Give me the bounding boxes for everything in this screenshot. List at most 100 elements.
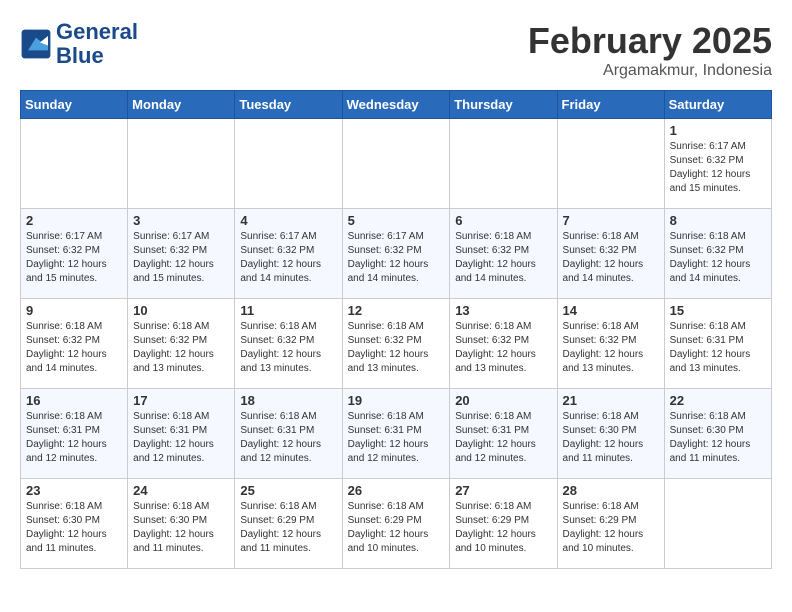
day-number: 8 [670,213,766,228]
day-number: 19 [348,393,445,408]
day-number: 18 [240,393,336,408]
day-info: Sunrise: 6:18 AM Sunset: 6:30 PM Dayligh… [26,500,122,556]
table-row: 4 Sunrise: 6:17 AM Sunset: 6:32 PM Daylig… [235,209,342,299]
day-info: Sunrise: 6:18 AM Sunset: 6:32 PM Dayligh… [455,230,551,286]
day-number: 12 [348,303,445,318]
table-row: 26 Sunrise: 6:18 AM Sunset: 6:29 PM Dayli… [342,479,450,569]
table-row [128,119,235,209]
day-info: Sunrise: 6:18 AM Sunset: 6:32 PM Dayligh… [455,320,551,376]
table-row: 18 Sunrise: 6:18 AM Sunset: 6:31 PM Dayli… [235,389,342,479]
logo-line1: General [56,20,138,44]
day-number: 11 [240,303,336,318]
table-row: 27 Sunrise: 6:18 AM Sunset: 6:29 PM Dayli… [450,479,557,569]
day-number: 21 [563,393,659,408]
day-number: 4 [240,213,336,228]
day-info: Sunrise: 6:18 AM Sunset: 6:32 PM Dayligh… [26,320,122,376]
table-row: 3Sunrise: 6:17 AM Sunset: 6:32 PM Daylig… [128,209,235,299]
day-info: Sunrise: 6:18 AM Sunset: 6:30 PM Dayligh… [670,410,766,466]
table-row: 7Sunrise: 6:18 AM Sunset: 6:32 PM Daylig… [557,209,664,299]
calendar-week-5: 23 Sunrise: 6:18 AM Sunset: 6:30 PM Dayli… [21,479,772,569]
day-info: Sunrise: 6:18 AM Sunset: 6:32 PM Dayligh… [240,320,336,376]
table-row: 19 Sunrise: 6:18 AM Sunset: 6:31 PM Dayli… [342,389,450,479]
day-info: Sunrise: 6:18 AM Sunset: 6:31 PM Dayligh… [348,410,445,466]
day-number: 22 [670,393,766,408]
day-info: Sunrise: 6:18 AM Sunset: 6:32 PM Dayligh… [563,320,659,376]
table-row: 17 Sunrise: 6:18 AM Sunset: 6:31 PM Dayli… [128,389,235,479]
col-thursday: Thursday [450,91,557,119]
day-number: 9 [26,303,122,318]
day-number: 15 [670,303,766,318]
day-info: Sunrise: 6:17 AM Sunset: 6:32 PM Dayligh… [348,230,445,286]
table-row [664,479,771,569]
day-info: Sunrise: 6:18 AM Sunset: 6:32 PM Dayligh… [133,320,229,376]
table-row [557,119,664,209]
day-info: Sunrise: 6:18 AM Sunset: 6:29 PM Dayligh… [348,500,445,556]
page-header: General Blue February 2025 Argamakmur, I… [20,20,772,80]
day-info: Sunrise: 6:18 AM Sunset: 6:31 PM Dayligh… [133,410,229,466]
day-number: 10 [133,303,229,318]
location-subtitle: Argamakmur, Indonesia [528,62,772,80]
table-row: 12 Sunrise: 6:18 AM Sunset: 6:32 PM Dayli… [342,299,450,389]
day-info: Sunrise: 6:17 AM Sunset: 6:32 PM Dayligh… [670,140,766,196]
logo: General Blue [20,20,138,68]
table-row: 10 Sunrise: 6:18 AM Sunset: 6:32 PM Dayli… [128,299,235,389]
day-number: 5 [348,213,445,228]
table-row: 13 Sunrise: 6:18 AM Sunset: 6:32 PM Dayli… [450,299,557,389]
day-number: 3 [133,213,229,228]
table-row: 22 Sunrise: 6:18 AM Sunset: 6:30 PM Dayli… [664,389,771,479]
col-wednesday: Wednesday [342,91,450,119]
table-row: 11 Sunrise: 6:18 AM Sunset: 6:32 PM Dayli… [235,299,342,389]
table-row: 20Sunrise: 6:18 AM Sunset: 6:31 PM Dayli… [450,389,557,479]
day-info: Sunrise: 6:18 AM Sunset: 6:29 PM Dayligh… [563,500,659,556]
day-info: Sunrise: 6:18 AM Sunset: 6:31 PM Dayligh… [240,410,336,466]
day-number: 6 [455,213,551,228]
calendar-week-4: 16 Sunrise: 6:18 AM Sunset: 6:31 PM Dayli… [21,389,772,479]
table-row [450,119,557,209]
day-number: 14 [563,303,659,318]
day-info: Sunrise: 6:18 AM Sunset: 6:32 PM Dayligh… [670,230,766,286]
col-tuesday: Tuesday [235,91,342,119]
calendar-header-row: Sunday Monday Tuesday Wednesday Thursday… [21,91,772,119]
day-info: Sunrise: 6:18 AM Sunset: 6:32 PM Dayligh… [348,320,445,376]
table-row [235,119,342,209]
logo-icon [20,28,52,60]
calendar-week-3: 9 Sunrise: 6:18 AM Sunset: 6:32 PM Daylig… [21,299,772,389]
day-info: Sunrise: 6:18 AM Sunset: 6:29 PM Dayligh… [455,500,551,556]
day-number: 1 [670,123,766,138]
table-row: 24 Sunrise: 6:18 AM Sunset: 6:30 PM Dayli… [128,479,235,569]
table-row: 6 Sunrise: 6:18 AM Sunset: 6:32 PM Daylig… [450,209,557,299]
day-number: 20 [455,393,551,408]
table-row: 15Sunrise: 6:18 AM Sunset: 6:31 PM Dayli… [664,299,771,389]
table-row: 5 Sunrise: 6:17 AM Sunset: 6:32 PM Daylig… [342,209,450,299]
logo-line2: Blue [56,44,138,68]
table-row: 28 Sunrise: 6:18 AM Sunset: 6:29 PM Dayli… [557,479,664,569]
col-monday: Monday [128,91,235,119]
day-info: Sunrise: 6:17 AM Sunset: 6:32 PM Dayligh… [240,230,336,286]
day-number: 16 [26,393,122,408]
table-row [21,119,128,209]
table-row: 8 Sunrise: 6:18 AM Sunset: 6:32 PM Daylig… [664,209,771,299]
table-row: 2Sunrise: 6:17 AM Sunset: 6:32 PM Daylig… [21,209,128,299]
table-row [342,119,450,209]
table-row: 23 Sunrise: 6:18 AM Sunset: 6:30 PM Dayli… [21,479,128,569]
table-row: 21 Sunrise: 6:18 AM Sunset: 6:30 PM Dayli… [557,389,664,479]
table-row: 25 Sunrise: 6:18 AM Sunset: 6:29 PM Dayli… [235,479,342,569]
day-number: 27 [455,483,551,498]
day-number: 23 [26,483,122,498]
day-number: 2 [26,213,122,228]
calendar-week-2: 2 Sunrise: 6:17 AM Sunset: 6:32 PM Daylig… [21,209,772,299]
day-number: 24 [133,483,229,498]
day-number: 13 [455,303,551,318]
table-row: 14 Sunrise: 6:18 AM Sunset: 6:32 PM Dayli… [557,299,664,389]
day-number: 28 [563,483,659,498]
day-number: 26 [348,483,445,498]
day-info: Sunrise: 6:18 AM Sunset: 6:30 PM Dayligh… [563,410,659,466]
day-info: Sunrise: 6:18 AM Sunset: 6:32 PM Dayligh… [563,230,659,286]
day-info: Sunrise: 6:18 AM Sunset: 6:29 PM Dayligh… [240,500,336,556]
col-sunday: Sunday [21,91,128,119]
table-row: 1 Sunrise: 6:17 AM Sunset: 6:32 PM Daylig… [664,119,771,209]
day-info: Sunrise: 6:18 AM Sunset: 6:30 PM Dayligh… [133,500,229,556]
day-number: 25 [240,483,336,498]
calendar-week-1: 1 Sunrise: 6:17 AM Sunset: 6:32 PM Daylig… [21,119,772,209]
day-number: 17 [133,393,229,408]
